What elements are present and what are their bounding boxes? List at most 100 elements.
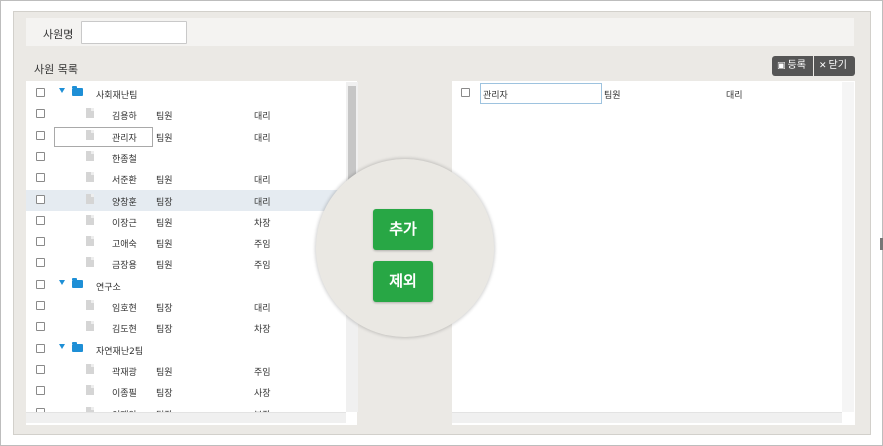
member-name: 양창훈 — [112, 197, 137, 208]
register-label: 등록 — [787, 60, 806, 71]
member-name: 김용하 — [112, 112, 137, 123]
member-name: 서준환 — [112, 176, 137, 187]
member-role: 팀원 — [156, 218, 173, 229]
employee-list-title: 사원 목록 — [34, 63, 78, 76]
tree-member-row[interactable]: 고애숙 팀원 주임 — [26, 232, 346, 253]
row-checkbox[interactable] — [36, 322, 45, 332]
triangle-down-icon[interactable] — [59, 343, 65, 349]
document-icon — [86, 172, 94, 183]
selected-row[interactable]: 관리자 팀원 대리 — [452, 83, 842, 104]
member-role: 팀원 — [156, 112, 173, 123]
row-checkbox[interactable] — [36, 88, 45, 97]
member-position: 대리 — [254, 197, 271, 208]
document-icon — [86, 300, 94, 310]
member-role: 팀원 — [156, 261, 173, 272]
register-button[interactable]: ▣ 등록 — [772, 56, 813, 76]
tree-member-row[interactable]: 이종필 팀장 사장 — [26, 381, 346, 402]
employee-name-input[interactable] — [81, 21, 187, 44]
save-icon: ▣ — [777, 61, 786, 71]
triangle-down-icon[interactable] — [59, 279, 65, 285]
member-role: 팀장 — [156, 389, 173, 400]
remove-button[interactable]: 제외 — [373, 261, 433, 302]
team-name: 연구소 — [96, 282, 121, 293]
search-bar: 사원명 — [26, 18, 854, 46]
tree-team-row[interactable]: 자연재난2팀 — [26, 339, 346, 360]
tree-team-row[interactable]: 연구소 — [26, 275, 346, 296]
document-icon — [86, 236, 94, 247]
row-checkbox[interactable] — [36, 237, 45, 247]
row-checkbox[interactable] — [461, 88, 470, 97]
member-role: 팀원 — [156, 133, 173, 144]
row-checkbox[interactable] — [36, 194, 45, 204]
member-role: 팀원 — [156, 240, 173, 251]
member-position: 차장 — [254, 325, 271, 336]
selected-name: 관리자 — [483, 91, 508, 101]
member-position: 대리 — [254, 112, 271, 123]
row-checkbox[interactable] — [36, 151, 45, 161]
tree-member-row[interactable]: 곽재광 팀원 주임 — [26, 360, 346, 381]
left-horizontal-scrollbar[interactable] — [26, 412, 346, 423]
tree-member-row[interactable]: 금장용 팀원 주임 — [26, 253, 346, 274]
row-checkbox[interactable] — [36, 386, 45, 396]
member-name: 임호현 — [112, 304, 137, 314]
document-icon — [86, 363, 94, 374]
member-name: 고애숙 — [112, 240, 137, 251]
row-checkbox[interactable] — [36, 343, 45, 353]
right-vertical-scrollbar[interactable] — [842, 82, 854, 412]
row-checkbox[interactable] — [36, 215, 45, 225]
member-name: 김도현 — [112, 325, 137, 336]
document-icon — [86, 129, 94, 140]
folder-icon — [72, 86, 83, 96]
tree-member-row[interactable]: 임호현 팀장 대리 — [26, 296, 346, 317]
member-role: 팀장 — [156, 325, 173, 336]
member-name: 이종필 — [112, 389, 137, 400]
member-role: 팀원 — [156, 176, 173, 187]
team-name: 자연재난2팀 — [96, 346, 144, 357]
tree-member-row[interactable]: 김용하 팀원 대리 — [26, 104, 346, 125]
folder-icon — [72, 277, 83, 288]
member-position: 대리 — [254, 176, 271, 187]
row-checkbox[interactable] — [36, 130, 45, 140]
document-icon — [86, 321, 94, 332]
member-name: 관리자 — [112, 133, 137, 144]
member-role: 팀장 — [156, 304, 173, 314]
member-name: 곽재광 — [112, 367, 137, 378]
row-checkbox[interactable] — [36, 364, 45, 374]
document-icon — [86, 214, 94, 225]
selected-employees-panel: 관리자 팀원 대리 — [452, 81, 855, 425]
document-icon — [86, 150, 94, 161]
close-button[interactable]: ✕ 닫기 — [814, 56, 855, 76]
member-position: 사장 — [254, 389, 271, 400]
member-role: 팀장 — [156, 197, 173, 208]
member-name: 이장근 — [112, 218, 137, 229]
selected-role: 팀원 — [604, 91, 621, 101]
tree-team-row[interactable]: 사회재난팀 — [26, 83, 346, 104]
row-checkbox[interactable] — [36, 301, 45, 310]
row-checkbox[interactable] — [36, 279, 45, 289]
tree-member-row[interactable]: 한종철 — [26, 147, 346, 168]
member-position: 차장 — [254, 218, 271, 229]
row-checkbox[interactable] — [36, 173, 45, 183]
triangle-down-icon[interactable] — [59, 88, 65, 93]
member-position: 주임 — [254, 261, 271, 272]
member-position: 대리 — [254, 304, 271, 314]
row-checkbox[interactable] — [36, 109, 45, 119]
add-button[interactable]: 추가 — [373, 209, 433, 250]
member-name: 한종철 — [112, 154, 137, 165]
tree-member-row[interactable]: 이장근 팀원 차장 — [26, 211, 346, 232]
tree-member-row[interactable]: 관리자 팀원 대리 — [26, 126, 346, 147]
member-role: 팀원 — [156, 367, 173, 378]
x-icon: ✕ — [819, 61, 827, 71]
selected-position: 대리 — [726, 91, 743, 101]
tree-member-row[interactable]: 양창훈 팀장 대리 — [26, 189, 346, 211]
member-position: 대리 — [254, 133, 271, 144]
document-icon — [86, 385, 94, 396]
right-horizontal-scrollbar[interactable] — [452, 412, 842, 423]
tree-member-row[interactable]: 서준환 팀원 대리 — [26, 168, 346, 189]
team-name: 사회재난팀 — [96, 91, 138, 101]
tree-member-row[interactable]: 김도현 팀장 차장 — [26, 317, 346, 338]
member-position: 주임 — [254, 367, 271, 378]
employee-tree-panel: 사회재난팀 김용하 팀원 대리 관리자 팀원 대리 한종철 서준환 팀원 대리 양창훈 팀장 대리 이장근 팀… — [26, 81, 357, 425]
member-name: 금장용 — [112, 261, 137, 272]
row-checkbox[interactable] — [36, 258, 45, 268]
